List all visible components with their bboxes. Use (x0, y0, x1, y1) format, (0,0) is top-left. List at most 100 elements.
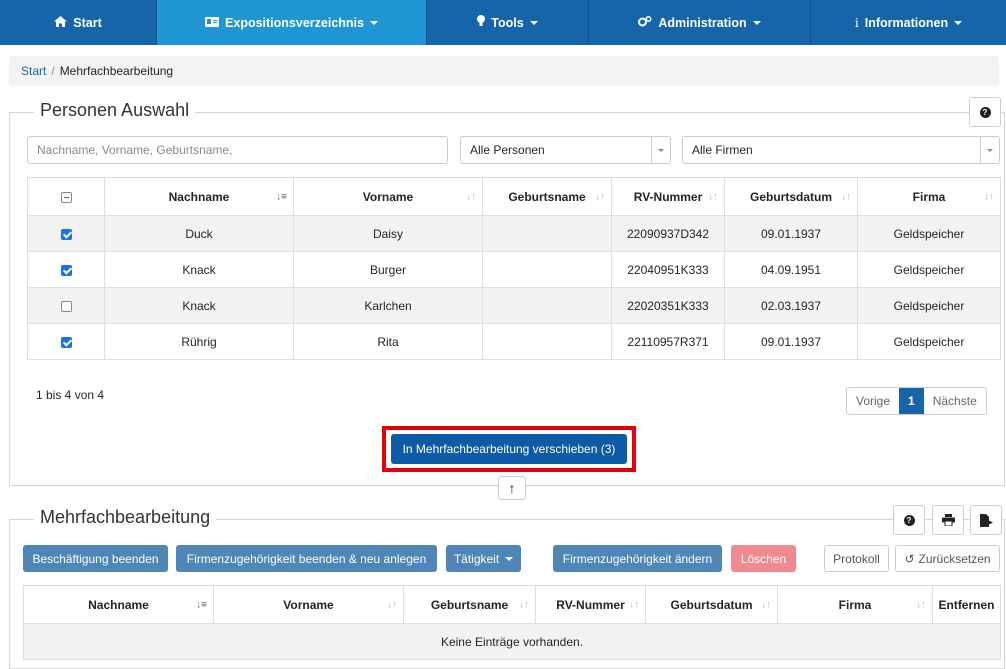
nav-exposition[interactable]: Expositionsverzeichnis (157, 0, 427, 45)
col-geburtsdatum[interactable]: Geburtsdatum ↓↑ (724, 177, 858, 216)
pagination-next[interactable]: Nächste (924, 388, 986, 414)
table-row[interactable]: Rührig Rita 22110957R371 09.01.1937 Geldspei… (27, 323, 1001, 360)
cell-geburtsname (482, 287, 612, 324)
cell-rv-nummer: 22020351K333 (611, 287, 725, 324)
row-checkbox[interactable] (60, 228, 72, 240)
chevron-down-icon (954, 20, 963, 25)
help-button[interactable]: ? (969, 97, 1001, 127)
nav-start[interactable]: Start (0, 0, 157, 45)
select-all-header[interactable] (27, 177, 105, 216)
print-button[interactable] (932, 505, 964, 535)
sort-icon: ↓↑ (708, 191, 718, 202)
sort-icon: ↓↑ (761, 599, 771, 610)
empty-message: Keine Einträge vorhanden. (23, 623, 1001, 660)
col-geburtsdatum[interactable]: Geburtsdatum ↓↑ (645, 585, 778, 624)
breadcrumb-home-link[interactable]: Start (21, 64, 46, 78)
row-checkbox[interactable] (60, 264, 72, 276)
chevron-down-icon (369, 20, 378, 25)
delete-button[interactable]: Löschen (731, 545, 796, 572)
print-icon (941, 514, 955, 526)
col-firma[interactable]: Firma ↓↑ (777, 585, 933, 624)
cell-firma: Geldspeicher (857, 215, 1001, 252)
protocol-button[interactable]: Protokoll (824, 545, 889, 572)
cell-geburtsdatum: 09.01.1937 (724, 215, 858, 252)
col-geburtsname[interactable]: Geburtsname ↓↑ (482, 177, 612, 216)
sort-icon: ↓↑ (629, 599, 639, 610)
move-up-button[interactable]: ↑ (498, 476, 526, 500)
cell-rv-nummer: 22090937D342 (611, 215, 725, 252)
cell-geburtsdatum: 09.01.1937 (724, 323, 858, 360)
cell-rv-nummer: 22110957R371 (611, 323, 725, 360)
cell-nachname: Duck (104, 215, 294, 252)
move-to-bulk-button[interactable]: In Mehrfachbearbeitung verschieben (3) (391, 434, 627, 464)
nav-informationen[interactable]: i Informationen (811, 0, 1006, 45)
reset-label: Zurücksetzen (918, 551, 991, 566)
reset-button[interactable]: ↺ Zurücksetzen (895, 545, 1000, 572)
col-nachname[interactable]: Nachname ↓≡ (23, 585, 214, 624)
help-button[interactable]: ? (893, 505, 925, 535)
cell-geburtsname (482, 251, 612, 288)
col-rv-nummer[interactable]: RV-Nummer ↓↑ (611, 177, 725, 216)
file-export-icon (979, 513, 993, 527)
col-label: Nachname (88, 597, 149, 612)
pagination-prev[interactable]: Vorige (847, 388, 899, 414)
col-vorname[interactable]: Vorname ↓↑ (293, 177, 483, 216)
cell-nachname: Rührig (104, 323, 294, 360)
nav-start-label: Start (73, 15, 102, 30)
cell-nachname: Knack (104, 251, 294, 288)
person-filter-select[interactable]: Alle Personen (460, 136, 671, 164)
activity-dropdown-button[interactable]: Tätigkeit (446, 545, 521, 572)
end-employment-button[interactable]: Beschäftigung beenden (23, 545, 168, 572)
col-geburtsname[interactable]: Geburtsname ↓↑ (403, 585, 536, 624)
home-icon (54, 15, 68, 30)
cell-vorname: Daisy (293, 215, 483, 252)
nav-administration[interactable]: Administration (589, 0, 811, 45)
export-button[interactable] (970, 505, 1002, 535)
nav-tools[interactable]: Tools (427, 0, 589, 45)
col-label: Nachname (168, 189, 230, 204)
search-input[interactable]: Nachname, Vorname, Geburtsname, (27, 136, 448, 164)
select-cell (27, 251, 105, 288)
change-company-button[interactable]: Firmenzugehörigkeit ändern (553, 545, 722, 572)
row-checkbox[interactable] (60, 336, 72, 348)
cell-firma: Geldspeicher (857, 287, 1001, 324)
chevron-down-icon (529, 20, 538, 25)
row-checkbox[interactable] (60, 300, 72, 312)
table-row[interactable]: Duck Daisy 22090937D342 09.01.1937 Geldspeic… (27, 215, 1001, 252)
pagination-page[interactable]: 1 (899, 388, 924, 414)
chevron-down-icon (651, 137, 670, 163)
col-label: Entfernen (938, 597, 995, 612)
select-cell (27, 215, 105, 252)
select-all-checkbox[interactable] (60, 191, 72, 203)
table-row[interactable]: Knack Karlchen 22020351K333 02.03.1937 Gelds… (27, 287, 1001, 324)
activity-label: Tätigkeit (453, 551, 500, 566)
table-header-row: Nachname ↓≡ Vorname ↓↑ Geburtsname ↓↑ RV-Nu… (27, 177, 1001, 216)
sort-icon: ↓↑ (595, 191, 605, 202)
company-filter-select[interactable]: Alle Firmen (682, 136, 1000, 164)
col-label: RV-Nummer (556, 597, 625, 612)
sort-asc-icon: ↓≡ (276, 191, 287, 202)
nav-info-label: Informationen (864, 15, 949, 30)
cell-vorname: Burger (293, 251, 483, 288)
sort-asc-icon: ↓≡ (196, 599, 207, 610)
chevron-down-icon (752, 20, 761, 25)
cell-geburtsname (482, 323, 612, 360)
col-vorname[interactable]: Vorname ↓↑ (213, 585, 404, 624)
table-row[interactable]: Knack Burger 22040951K333 04.09.1951 Geldspe… (27, 251, 1001, 288)
pagination: Vorige 1 Nächste (846, 387, 987, 415)
cell-vorname: Karlchen (293, 287, 483, 324)
nav-admin-label: Administration (658, 15, 747, 30)
end-company-new-button[interactable]: Firmenzugehörigkeit beenden & neu anlege… (176, 545, 437, 572)
col-rv-nummer[interactable]: RV-Nummer ↓↑ (535, 585, 646, 624)
id-card-icon (205, 16, 220, 30)
cell-vorname: Rita (293, 323, 483, 360)
col-nachname[interactable]: Nachname ↓≡ (104, 177, 294, 216)
arrow-up-icon: ↑ (508, 480, 516, 496)
cell-nachname: Knack (104, 287, 294, 324)
col-label: Geburtsname (430, 597, 509, 612)
undo-icon: ↺ (904, 551, 915, 566)
col-firma[interactable]: Firma ↓↑ (857, 177, 1001, 216)
sort-icon: ↓↑ (387, 599, 397, 610)
table-info: 1 bis 4 von 4 (36, 388, 105, 402)
person-selection-title: Personen Auswahl (34, 100, 196, 121)
